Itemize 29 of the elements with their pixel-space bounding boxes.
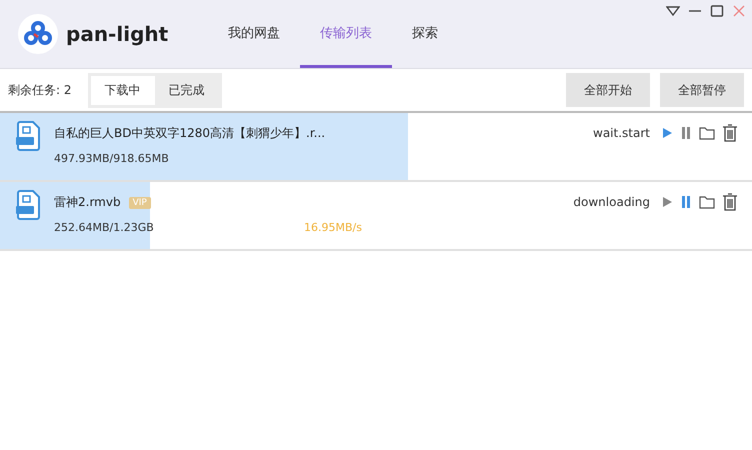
folder-icon[interactable] (699, 126, 715, 140)
pause-icon[interactable] (680, 195, 692, 209)
file-name: 雷神2.rmvb (54, 194, 121, 211)
file-name: 自私的巨人BD中英双字1280高清【刺猬少年】.r... (54, 125, 326, 142)
download-speed: 16.95MB/s (304, 221, 362, 234)
remaining-tasks: 剩余任务: 2 (8, 82, 72, 98)
video-file-icon (16, 121, 42, 151)
app-name: pan-light (66, 22, 168, 46)
play-icon[interactable] (661, 195, 673, 209)
action-button[interactable]: 全部暂停 (660, 73, 744, 107)
trash-icon[interactable] (722, 124, 738, 142)
status-text: wait.start (593, 126, 650, 140)
trash-icon[interactable] (722, 193, 738, 211)
maximize-icon[interactable] (710, 4, 724, 18)
dropdown-icon[interactable] (666, 4, 680, 18)
nav-tab[interactable]: 我的网盘 (208, 0, 300, 68)
play-icon[interactable] (661, 126, 673, 140)
file-size: 497.93MB/918.65MB (54, 152, 170, 165)
nav-tab[interactable]: 传输列表 (300, 0, 392, 68)
logo-icon (23, 20, 53, 48)
filter-tab[interactable]: 已完成 (154, 76, 218, 104)
nav-tab[interactable]: 探索 (392, 0, 458, 68)
pause-icon[interactable] (680, 126, 692, 140)
filter-tab[interactable]: 下载中 (90, 76, 154, 104)
video-file-icon (16, 190, 42, 220)
action-button[interactable]: 全部开始 (566, 73, 650, 107)
file-size: 252.64MB/1.23GB (54, 221, 155, 234)
folder-icon[interactable] (699, 195, 715, 209)
status-text: downloading (573, 195, 650, 209)
